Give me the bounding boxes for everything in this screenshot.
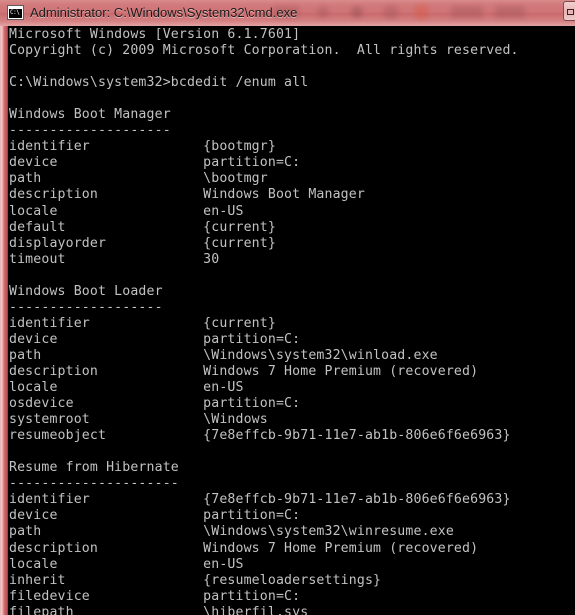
window-frame-left (0, 26, 8, 615)
console-output: Microsoft Windows [Version 6.1.7601] Cop… (9, 27, 519, 615)
cmd-console-icon[interactable]: C:\ (7, 5, 24, 20)
console-client-area[interactable]: Microsoft Windows [Version 6.1.7601] Cop… (8, 26, 575, 615)
window-title: Administrator: C:\Windows\System32\cmd.e… (30, 5, 298, 20)
titlebar-background-bleed (255, 0, 575, 26)
window-control-button-partial[interactable] (563, 1, 575, 21)
window-titlebar[interactable]: C:\ Administrator: C:\Windows\System32\c… (0, 0, 575, 26)
cmd-icon-glyph: C:\ (10, 9, 20, 16)
maximize-icon (567, 9, 574, 15)
cmd-window: C:\ Administrator: C:\Windows\System32\c… (0, 0, 575, 615)
